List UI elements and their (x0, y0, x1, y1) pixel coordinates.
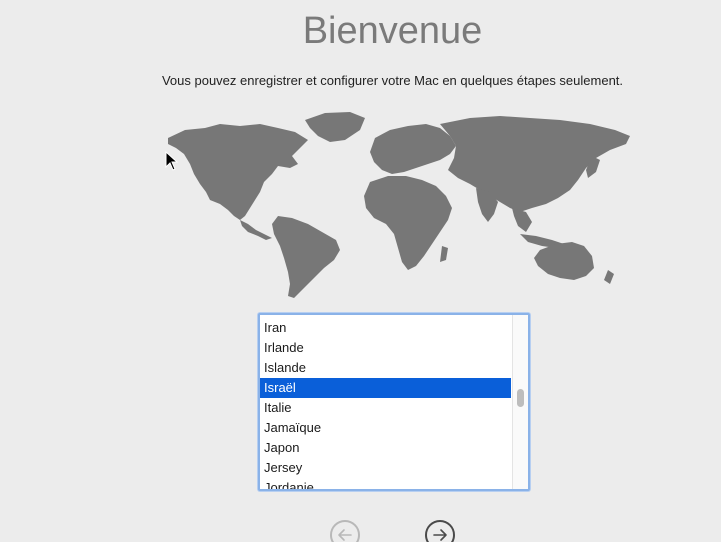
list-item[interactable]: Japon (260, 438, 511, 458)
list-scrollbar[interactable] (512, 315, 528, 489)
map-southeast-asia (512, 208, 532, 232)
map-greenland (305, 112, 365, 142)
list-item[interactable]: Irlande (260, 338, 511, 358)
arrow-right-icon (433, 529, 447, 541)
back-button[interactable] (330, 520, 360, 542)
scrollbar-thumb[interactable] (517, 389, 524, 407)
map-south-america (272, 216, 340, 298)
list-item-selected[interactable]: Israël (260, 378, 511, 398)
arrow-left-icon (338, 529, 352, 541)
map-madagascar (440, 246, 448, 262)
map-africa (364, 176, 452, 270)
list-item[interactable]: Iran (260, 318, 511, 338)
continue-button[interactable] (425, 520, 455, 542)
map-australia (534, 242, 594, 280)
list-item[interactable]: Islande (260, 358, 511, 378)
list-item[interactable]: Jersey (260, 458, 511, 478)
country-list[interactable]: Iran Irlande Islande Israël Italie Jamaï… (258, 313, 530, 491)
page-subtitle: Vous pouvez enregistrer et configurer vo… (161, 73, 624, 88)
map-asia (440, 116, 630, 212)
map-central-america (240, 220, 272, 240)
setup-assistant-window: Bienvenue Vous pouvez enregistrer et con… (0, 0, 721, 542)
map-new-zealand (604, 270, 614, 284)
map-europe (370, 124, 456, 174)
page-title: Bienvenue (302, 10, 483, 52)
list-item[interactable]: Jordanie (260, 478, 511, 489)
list-item[interactable]: Italie (260, 398, 511, 418)
list-item[interactable]: Jamaïque (260, 418, 511, 438)
map-north-america (168, 124, 308, 220)
world-map (168, 112, 630, 298)
mouse-pointer-icon (165, 151, 179, 171)
country-list-items: Iran Irlande Islande Israël Italie Jamaï… (260, 318, 511, 489)
